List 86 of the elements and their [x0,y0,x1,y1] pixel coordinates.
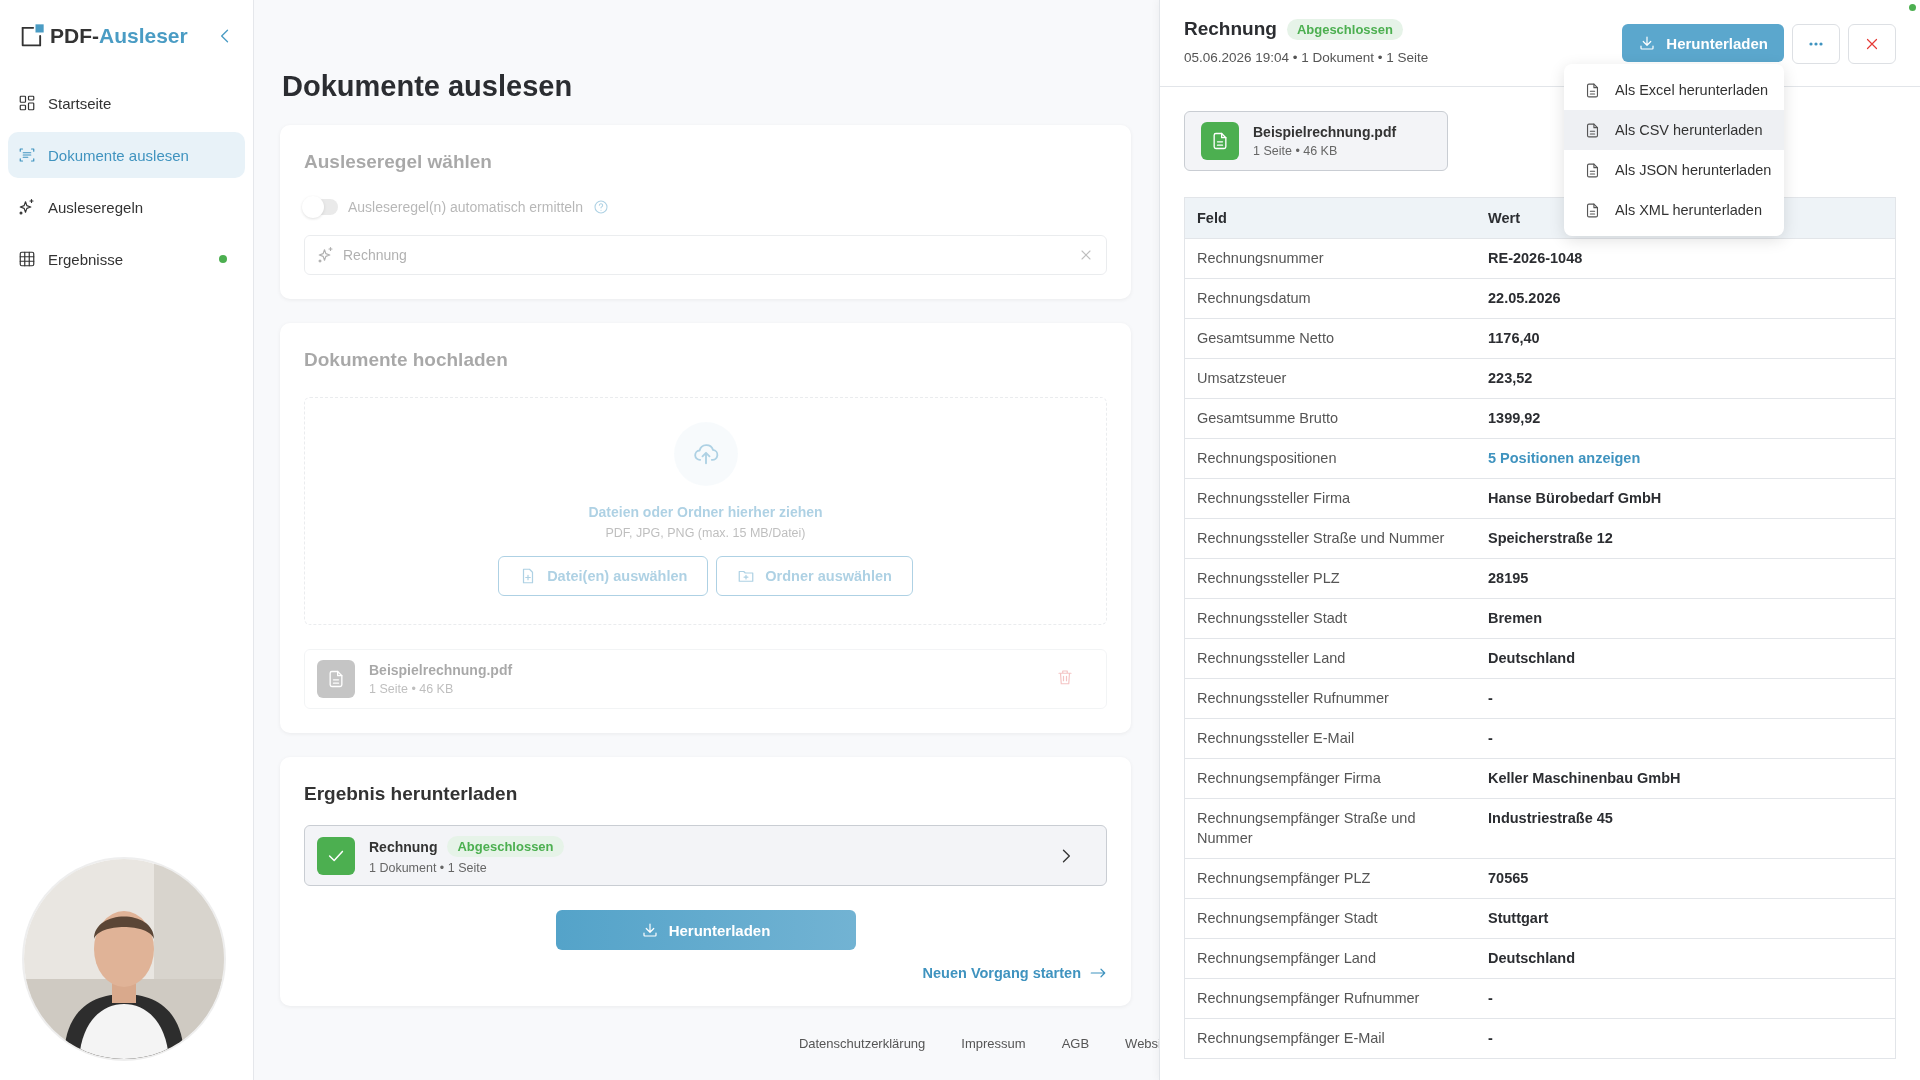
table-cell: Rechnungsempfänger Land [1184,938,1476,979]
sidebar-item[interactable]: Ergebnisse [8,236,245,282]
table-cell: Rechnungssteller Straße und Nummer [1184,518,1476,559]
sidebar-item[interactable]: Ausleseregeln [8,184,245,230]
table-cell: Rechnungssteller Stadt [1184,598,1476,639]
menu-item[interactable]: Als CSV herunterladen [1564,110,1784,150]
footer-link[interactable]: Impressum [961,1036,1026,1051]
table-cell: RE-2026-1048 [1476,238,1896,279]
section-title: Dokumente hochladen [304,349,509,371]
table-cell: 223,52 [1476,358,1896,399]
download-icon [1638,34,1657,52]
table-icon [18,250,36,268]
close-button[interactable] [1848,24,1896,64]
trash-icon [1056,668,1074,686]
table-cell: Keller Maschinenbau GmbH [1476,758,1896,799]
table-cell: Rechnungsempfänger Straße und Nummer [1184,798,1476,859]
table-cell: Rechnungssteller Rufnummer [1184,678,1476,719]
table-cell: Rechnungssteller Land [1184,638,1476,679]
download-icon [640,921,659,939]
file-chip[interactable]: Beispielrechnung.pdf 1 Seite • 46 KB [1184,111,1448,171]
table-cell: Rechnungsempfänger PLZ [1184,858,1476,899]
table-cell: Rechnungssteller PLZ [1184,558,1476,599]
toggle-label: Ausleseregel(n) automatisch ermitteln [348,199,583,215]
menu-item[interactable]: Als JSON herunterladen [1564,150,1784,190]
sparkle-icon [317,246,335,264]
footer-link[interactable]: Datenschutzerklärung [798,1036,926,1051]
status-dot [1909,4,1916,11]
table-cell: Rechnungssteller E-Mail [1184,718,1476,759]
grid-icon [18,94,36,112]
table-cell: Deutschland [1476,938,1896,979]
file-name: Beispielrechnung.pdf [369,662,514,678]
table-cell: Umsatzsteuer [1184,358,1476,399]
table-cell: - [1476,978,1896,1019]
table-cell: - [1476,678,1896,719]
page-title: Dokumente auslesen [282,70,574,103]
status-badge: Abgeschlossen [1286,18,1403,40]
table-cell: 1399,92 [1476,398,1896,439]
table-cell: 1176,40 [1476,318,1896,359]
menu-item[interactable]: Als Excel herunterladen [1564,70,1784,110]
table-cell: 70565 [1476,858,1896,899]
table-cell: Rechnungsempfänger E-Mail [1184,1018,1476,1059]
table-cell: Gesamtsumme Brutto [1184,398,1476,439]
drop-hint: Dateien oder Ordner hierher ziehen [588,504,823,520]
table-cell: Gesamtsumme Netto [1184,318,1476,359]
help-icon [593,199,609,215]
column-header: Feld [1184,197,1476,239]
panel-meta: 05.06.2026 19:04 • 1 Dokument • 1 Seite [1184,50,1429,65]
section-title: Ausleseregel wählen [304,151,493,173]
table-cell: Bremen [1476,598,1896,639]
table-cell: Stuttgart [1476,898,1896,939]
table-cell: - [1476,1018,1896,1059]
format-hint: PDF, JPG, PNG (max. 15 MB/Datei) [605,526,806,540]
file-icon [1584,81,1601,99]
table-cell: Speicherstraße 12 [1476,518,1896,559]
table-cell: Deutschland [1476,638,1896,679]
table-cell: Rechnungspositionen [1184,438,1476,479]
sparkle-icon [18,198,36,216]
result-name: Rechnung [369,838,438,855]
scan-icon [18,146,36,164]
table-cell: Rechnungsdatum [1184,278,1476,319]
file-meta: 1 Seite • 46 KB [1253,144,1339,158]
app-logo-text: PDF-Ausleser [50,24,188,48]
status-badge: Abgeschlossen [447,836,564,857]
table-cell: Rechnungsnummer [1184,238,1476,279]
table-cell: Rechnungssteller Firma [1184,478,1476,519]
sidebar-item[interactable]: Startseite [8,80,245,126]
more-icon [1809,42,1823,46]
result-meta: 1 Dokument • 1 Seite [369,861,488,875]
file-icon [1584,161,1601,179]
table-cell: Industriestraße 45 [1476,798,1896,859]
result-row[interactable]: Rechnung Abgeschlossen 1 Dokument • 1 Seite [304,825,1107,886]
file-icon [1584,201,1601,219]
file-name: Beispielrechnung.pdf [1253,124,1398,140]
table-cell: Rechnungsempfänger Rufnummer [1184,978,1476,1019]
table-cell: 22.05.2026 [1476,278,1896,319]
table-cell: - [1476,718,1896,759]
panel-title: Rechnung [1184,18,1277,40]
section-title: Ergebnis herunterladen [304,783,519,805]
table-cell: 28195 [1476,558,1896,599]
footer-link[interactable]: AGB [1061,1036,1090,1051]
table-cell: Rechnungsempfänger Firma [1184,758,1476,799]
table-cell: Rechnungsempfänger Stadt [1184,898,1476,939]
file-meta: 1 Seite • 46 KB [369,682,455,696]
file-icon [1584,121,1601,139]
more-button[interactable] [1792,24,1840,64]
table-cell: Hanse Bürobedarf GmbH [1476,478,1896,519]
